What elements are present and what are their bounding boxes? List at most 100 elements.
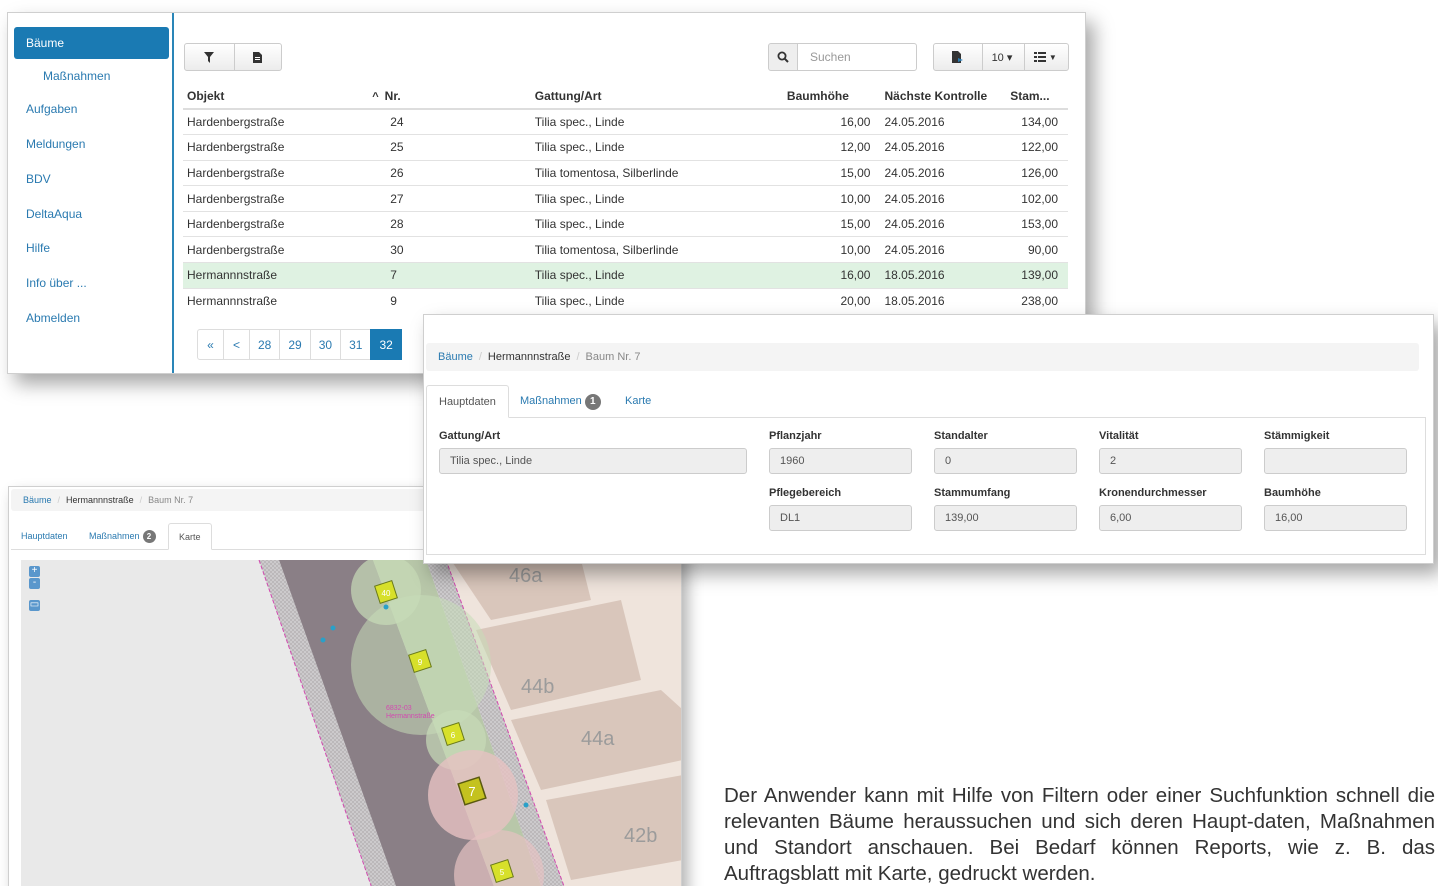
map[interactable]: 40 9 6 7 5 6832-03 Hermannstraße 46a 44b… [21,560,682,886]
sidebar-item-baeume[interactable]: Bäume [14,27,169,59]
filter-button[interactable] [185,51,233,63]
tab-massnahmen[interactable]: Maßnahmen 1 [508,385,613,418]
sidebar-item-aufgaben[interactable]: Aufgaben [14,93,169,125]
tab-hauptdaten[interactable]: Hauptdaten [11,523,78,550]
page-32-button[interactable]: 32 [370,329,402,360]
columns-dropdown[interactable]: ▼ [1023,52,1068,62]
cell-stamm: 126,00 [1006,159,1068,186]
sidebar-item-meldungen[interactable]: Meldungen [14,128,169,160]
description-text: Der Anwender kann mit Hilfe von Filtern … [724,784,1435,885]
sidebar-item-info[interactable]: Info über ... [14,267,169,299]
cell-gattung: Tilia spec., Linde [530,108,783,135]
street-label-code: 6832-03 [386,705,412,712]
layers-icon: ▭ [29,599,40,610]
label-pflegebereich: Pflegebereich [769,487,842,499]
cell-kontrolle: 24.05.2016 [874,108,1007,135]
cell-stamm: 90,00 [1006,236,1068,263]
view-options-group: 10 ▾ ▼ [933,43,1069,71]
cell-baumhoehe: 20,00 [782,287,875,314]
zoom-in-button[interactable]: + [29,566,40,577]
cell-kontrolle: 18.05.2016 [874,262,1007,289]
cell-objekt: Hermannnstraße [183,262,369,289]
tab-karte[interactable]: Karte [613,385,663,418]
svg-text:5: 5 [500,868,505,877]
field-gattung[interactable]: Tilia spec., Linde [439,448,747,474]
field-pflanzjahr[interactable]: 1960 [769,448,912,474]
breadcrumb-baeume[interactable]: Bäume [23,495,52,505]
field-stammumfang[interactable]: 139,00 [934,505,1077,531]
cell-nr: 28 [368,210,531,237]
field-kronendurchmesser[interactable]: 6,00 [1099,505,1242,531]
field-standalter[interactable]: 0 [934,448,1077,474]
table-row[interactable]: Hardenbergstraße 30 Tilia tomentosa, Sil… [183,236,1068,263]
cell-stamm: 139,00 [1006,262,1068,289]
field-vitalitaet[interactable]: 2 [1099,448,1242,474]
zoom-out-button[interactable]: - [29,578,40,589]
cell-nr: 7 [368,262,531,289]
sidebar: Bäume Maßnahmen Aufgaben Meldungen BDV D… [8,13,174,373]
svg-text:7: 7 [468,784,475,799]
sidebar-item-bdv[interactable]: BDV [14,163,169,195]
sidebar-item-massnahmen[interactable]: Maßnahmen [14,60,169,92]
sidebar-item-abmelden[interactable]: Abmelden [14,302,169,334]
column-header-kontrolle[interactable]: Nächste Kontrolle [874,83,1007,110]
column-header-objekt[interactable]: Objekt [183,83,369,110]
page-29-button[interactable]: 29 [279,329,311,360]
search-button[interactable] [768,43,798,71]
column-header-nr[interactable]: ^ Nr. [368,83,531,110]
field-staemmigkeit[interactable] [1264,448,1407,474]
page-31-button[interactable]: 31 [340,329,372,360]
page-30-button[interactable]: 30 [309,329,342,360]
table-row-selected[interactable]: Hermannnstraße 7 Tilia spec., Linde 16,0… [183,262,1068,289]
cell-baumhoehe: 16,00 [782,108,875,135]
export-button[interactable] [233,51,281,63]
table-row[interactable]: Hardenbergstraße 28 Tilia spec., Linde 1… [183,210,1068,237]
label-gattung: Gattung/Art [439,430,501,442]
label-pflanzjahr: Pflanzjahr [769,430,822,442]
column-header-gattung[interactable]: Gattung/Art [530,83,783,110]
page-size-dropdown[interactable]: 10 ▾ [981,51,1022,64]
cell-kontrolle: 24.05.2016 [874,185,1007,212]
breadcrumb-baeume[interactable]: Bäume [438,351,473,363]
tab-massnahmen[interactable]: Maßnahmen 2 [79,523,166,550]
svg-text:6: 6 [451,731,456,740]
layer-switch-button[interactable]: ▭ [29,600,40,611]
sidebar-item-deltaaqua[interactable]: DeltaAqua [14,198,169,230]
label-staemmigkeit: Stämmigkeit [1264,430,1330,442]
detail-tabs: Hauptdaten Maßnahmen 1 Karte [426,385,1426,418]
sort-ascending-icon: ^ [372,90,379,103]
map-canvas[interactable]: 40 9 6 7 5 6832-03 Hermannstraße 46a 44b… [21,560,682,886]
cell-kontrolle: 24.05.2016 [874,210,1007,237]
page-prev-button[interactable]: < [223,329,250,360]
table-row[interactable]: Hardenbergstraße 24 Tilia spec., Linde 1… [183,108,1068,135]
tab-karte[interactable]: Karte [168,523,212,550]
filter-icon [204,51,214,63]
label-vitalitaet: Vitalität [1099,430,1139,442]
field-pflegebereich[interactable]: DL1 [769,505,912,531]
breadcrumb-current: Baum Nr. 7 [148,495,194,505]
breadcrumb-street[interactable]: Hermannnstraße [488,351,571,363]
cell-baumhoehe: 10,00 [782,185,875,212]
page-first-button[interactable]: « [197,329,224,360]
cell-gattung: Tilia tomentosa, Silberlinde [530,159,783,186]
table-row[interactable]: Hardenbergstraße 27 Tilia spec., Linde 1… [183,185,1068,212]
cell-stamm: 238,00 [1006,287,1068,314]
cell-stamm: 122,00 [1006,134,1068,161]
tree-table: Objekt ^ Nr. Gattung/Art Baumhöhe Nächste… [183,83,1068,314]
svg-text:40: 40 [382,589,391,598]
search-input[interactable] [797,43,917,71]
table-row[interactable]: Hardenbergstraße 25 Tilia spec., Linde 1… [183,134,1068,161]
column-header-baumhoehe[interactable]: Baumhöhe [782,83,875,110]
breadcrumb-street[interactable]: Hermannnstraße [66,495,134,505]
field-baumhoehe[interactable]: 16,00 [1264,505,1407,531]
table-row[interactable]: Hardenbergstraße 26 Tilia tomentosa, Sil… [183,159,1068,186]
sidebar-item-hilfe[interactable]: Hilfe [14,232,169,264]
export-report-button[interactable] [934,51,981,63]
breadcrumb: Bäume / Hermannnstraße / Baum Nr. 7 [426,343,1419,371]
tab-hauptdaten[interactable]: Hauptdaten [426,385,509,418]
cell-baumhoehe: 15,00 [782,210,875,237]
column-header-stamm[interactable]: Stam... [1006,83,1068,110]
table-row[interactable]: Hermannnstraße 9 Tilia spec., Linde 20,0… [183,287,1068,314]
page-28-button[interactable]: 28 [249,329,281,360]
label-standalter: Standalter [934,430,988,442]
